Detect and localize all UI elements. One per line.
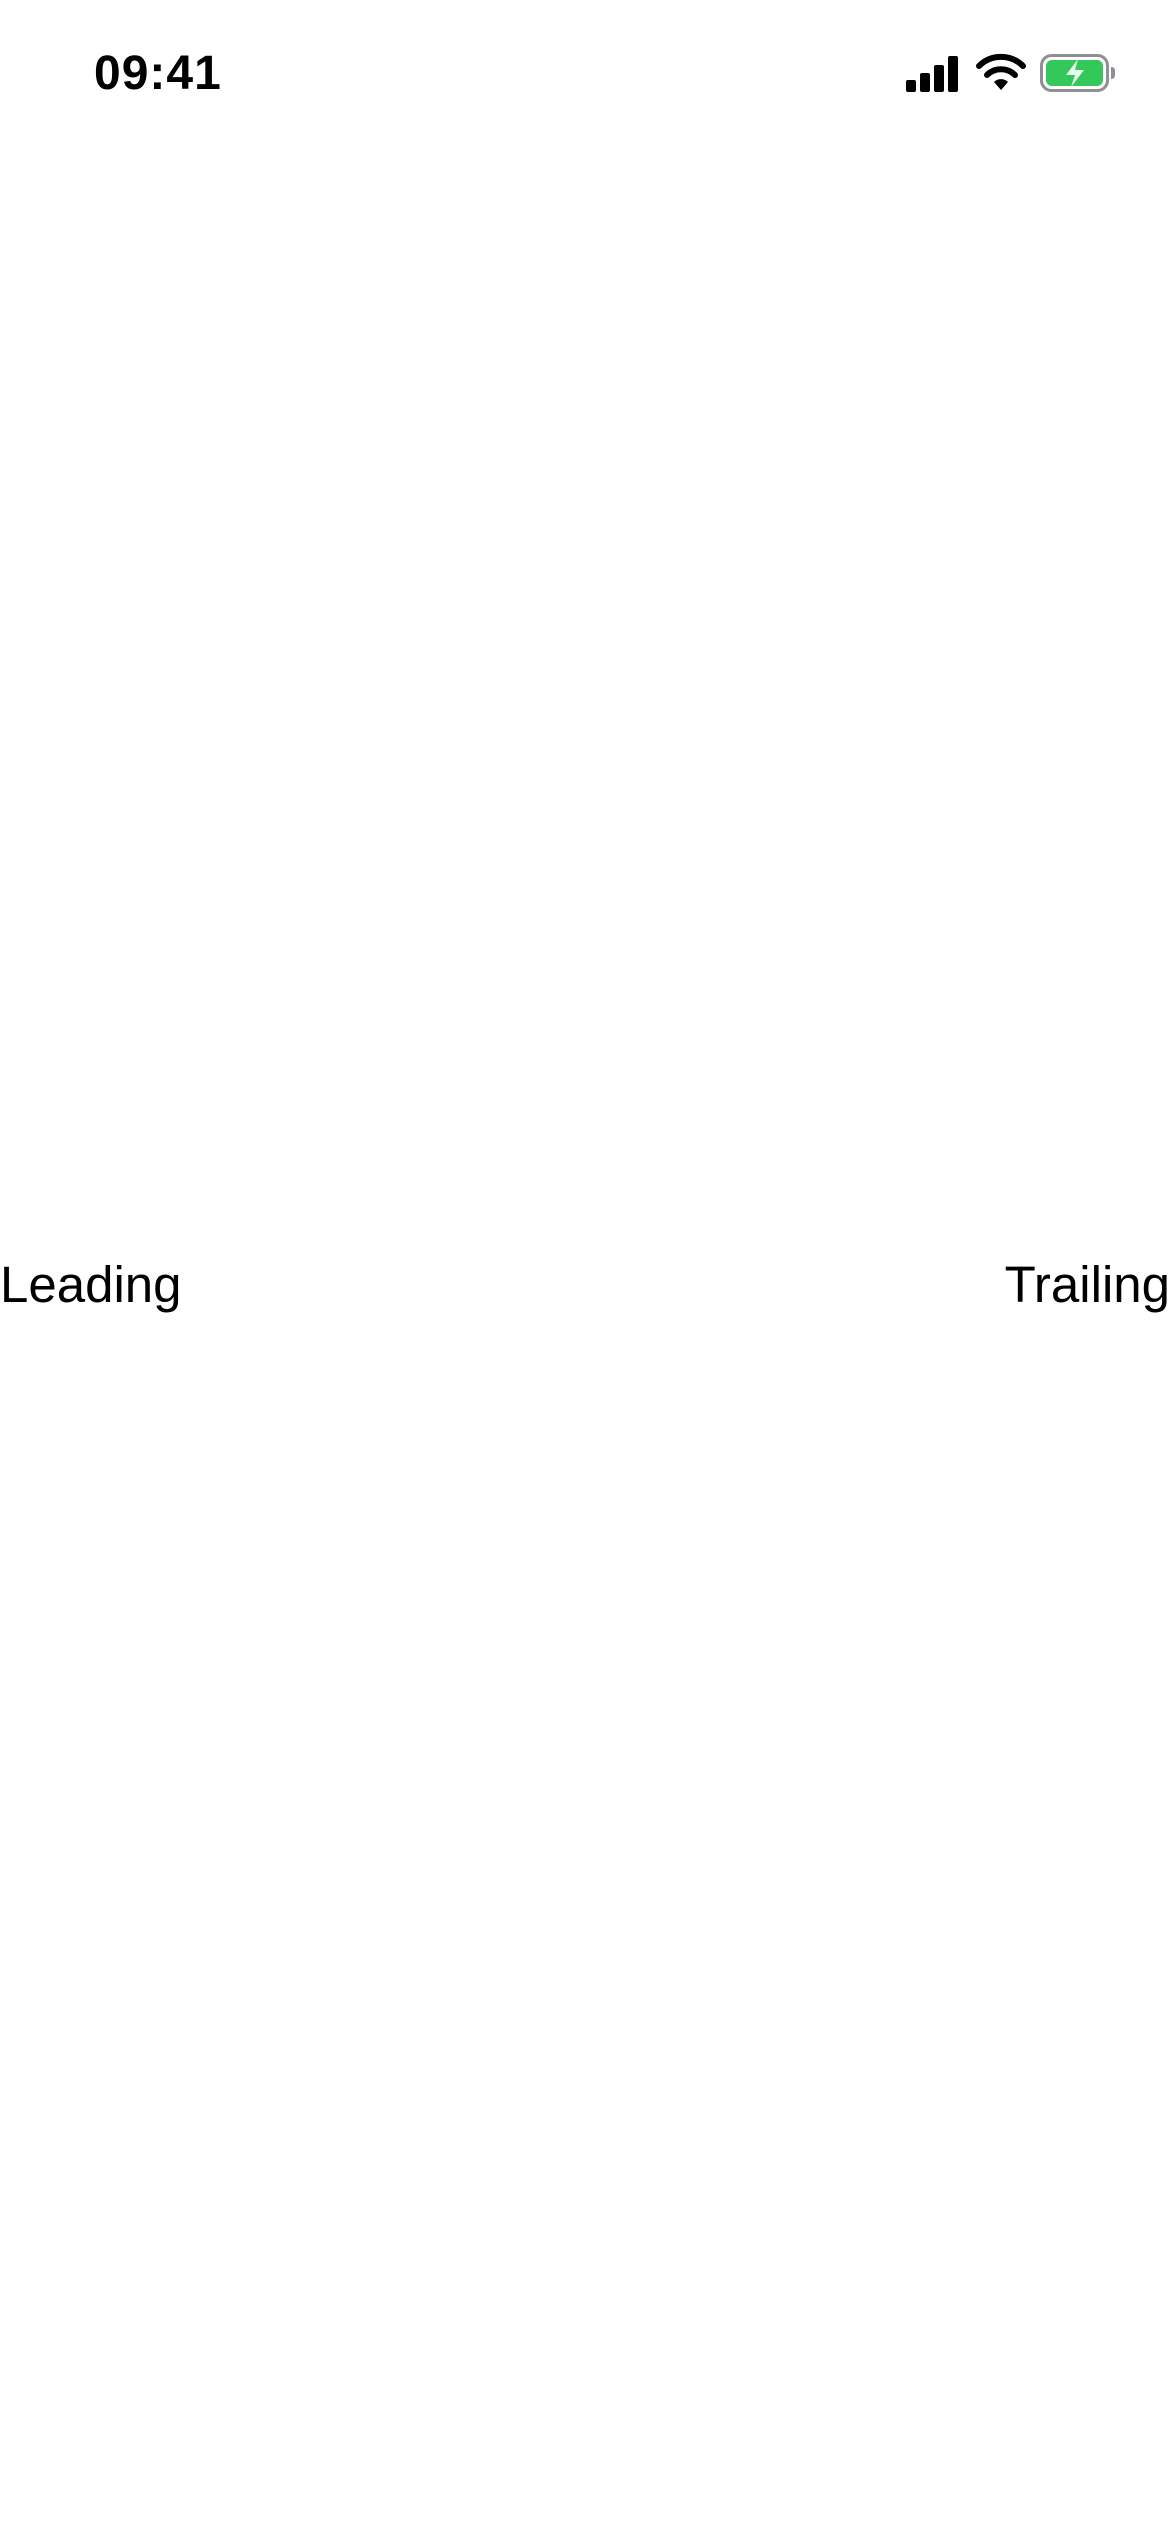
trailing-label: Trailing (1004, 1256, 1170, 1313)
horizontal-stack: Leading Trailing (0, 1250, 1170, 1320)
content-area: Leading Trailing (0, 0, 1170, 2532)
leading-label: Leading (0, 1256, 182, 1313)
